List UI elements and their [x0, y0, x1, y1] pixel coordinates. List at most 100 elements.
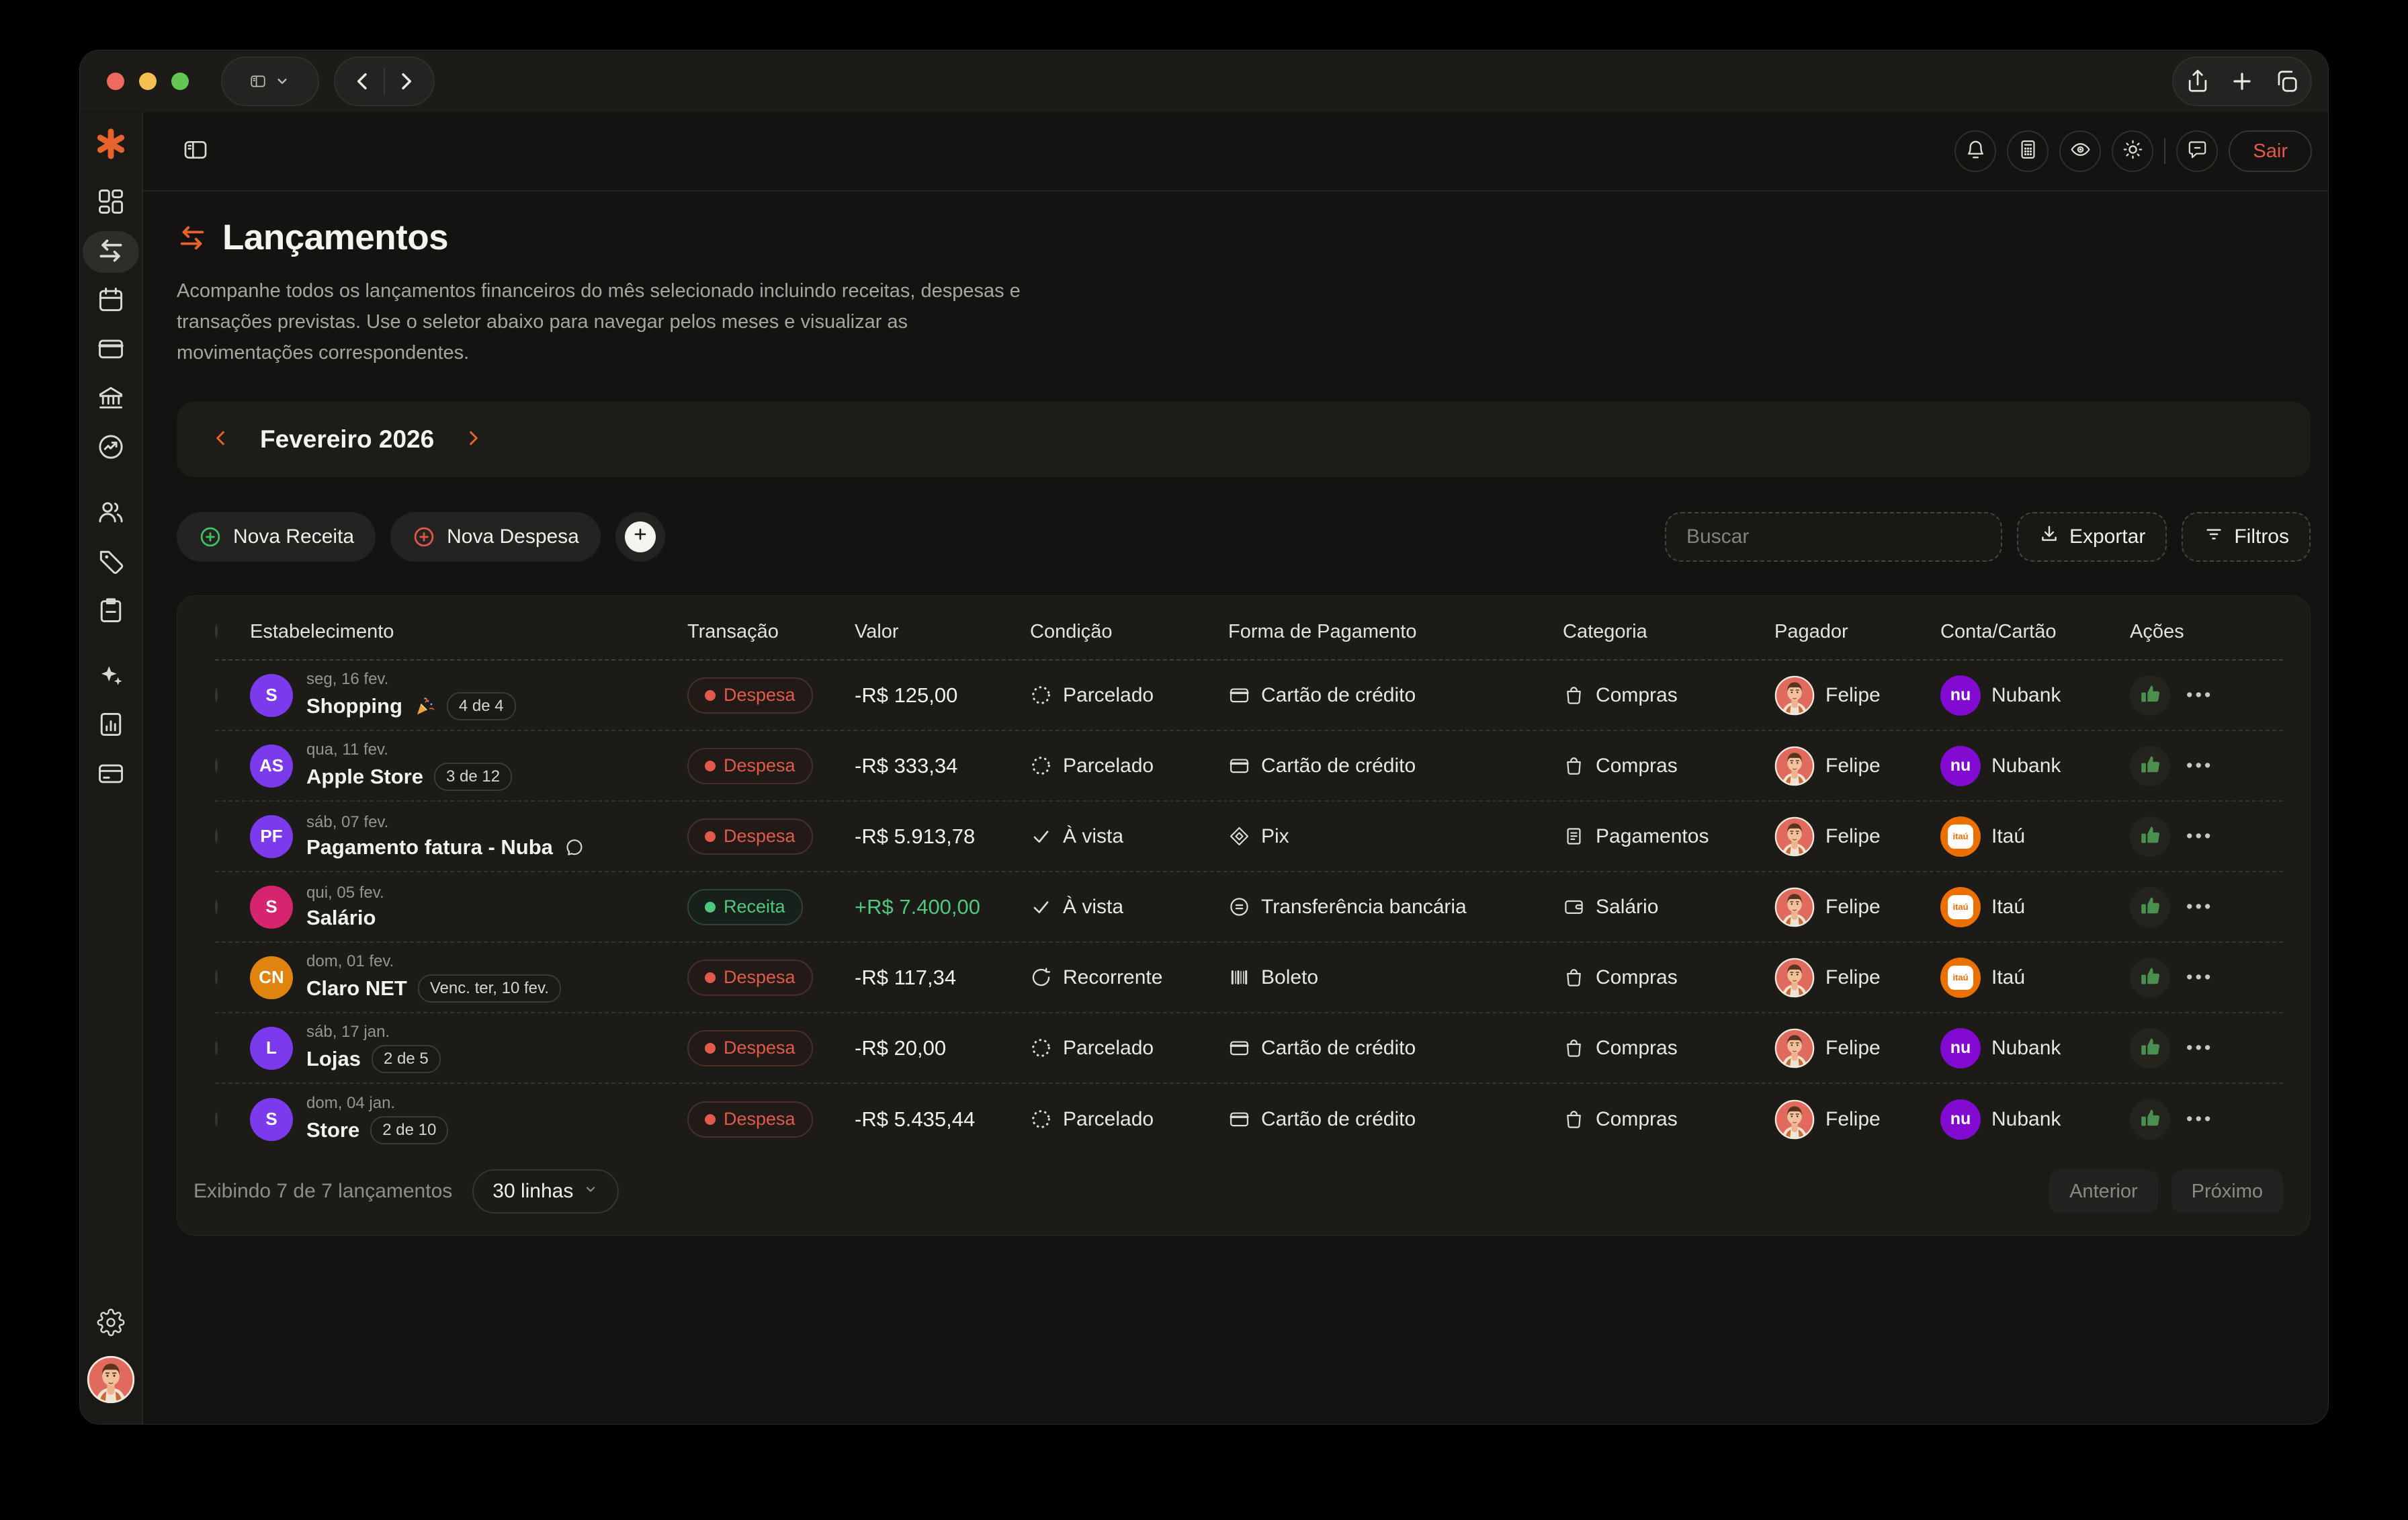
- comment-icon[interactable]: [564, 837, 585, 858]
- status-dot: [705, 901, 716, 913]
- condition-icon: [1030, 684, 1052, 706]
- payment-method-label: Cartão de crédito: [1261, 1107, 1416, 1130]
- sidebar-item-credit-card[interactable]: [83, 329, 139, 371]
- merchant-info: sáb, 17 jan. Lojas 2 de 5: [306, 1023, 441, 1073]
- page-size-label: 30 linhas: [492, 1180, 574, 1202]
- row-menu-button[interactable]: •••: [2186, 967, 2213, 988]
- next-page-button[interactable]: Próximo: [2171, 1170, 2283, 1213]
- table-row[interactable]: AS qua, 11 fev. Apple Store 3 de 12 Desp…: [215, 731, 2283, 802]
- collapse-sidebar-button[interactable]: [182, 136, 209, 167]
- row-menu-button[interactable]: •••: [2186, 755, 2213, 776]
- sidebar-item-calendar[interactable]: [83, 280, 139, 322]
- row-menu-button[interactable]: •••: [2186, 685, 2213, 706]
- condition-label: Recorrente: [1063, 966, 1163, 988]
- row-menu-button[interactable]: •••: [2186, 896, 2213, 917]
- row-menu-button[interactable]: •••: [2186, 1038, 2213, 1058]
- chevron-left-icon: [210, 427, 232, 452]
- sidebar-item-goals[interactable]: [83, 427, 139, 469]
- previous-page-button[interactable]: Anterior: [2049, 1170, 2158, 1213]
- sidebar-item-dashboard[interactable]: [83, 182, 139, 224]
- bell-icon: [1965, 138, 1987, 164]
- row-checkbox[interactable]: [215, 970, 218, 984]
- plus-circle-icon: [412, 525, 436, 549]
- back-button[interactable]: [350, 69, 376, 94]
- chat-button[interactable]: [2176, 130, 2219, 172]
- results-summary: Exibindo 7 de 7 lançamentos: [194, 1180, 453, 1202]
- sidebar-item-clipboard[interactable]: [83, 591, 139, 632]
- sun-button[interactable]: [2112, 130, 2154, 172]
- bell-button[interactable]: [1954, 130, 1997, 172]
- table-row[interactable]: PF sáb, 07 fev. Pagamento fatura - Nuba …: [215, 802, 2283, 872]
- approve-button[interactable]: [2130, 957, 2170, 998]
- eye-button[interactable]: [2059, 130, 2102, 172]
- installment-badge: Venc. ter, 10 fev.: [417, 974, 561, 1003]
- zoom-window-button[interactable]: [171, 73, 189, 90]
- titlebar-sidebar-toggle[interactable]: [221, 56, 319, 106]
- bank-logo: nu: [1940, 745, 1981, 786]
- minimize-window-button[interactable]: [139, 73, 157, 90]
- payer-name: Felipe: [1825, 683, 1881, 706]
- new-expense-button[interactable]: Nova Despesa: [390, 512, 601, 562]
- sidebar-item-settings[interactable]: [83, 1303, 139, 1345]
- page-size-select[interactable]: 30 linhas: [472, 1169, 619, 1214]
- approve-button[interactable]: [2130, 886, 2170, 927]
- category-icon: [1563, 825, 1585, 847]
- approve-button[interactable]: [2130, 1027, 2170, 1068]
- row-checkbox[interactable]: [215, 758, 218, 773]
- transaction-value: -R$ 5.913,78: [855, 824, 976, 848]
- sidebar-item-transactions[interactable]: [83, 231, 139, 273]
- new-tab-icon[interactable]: [2229, 69, 2255, 94]
- sidebar-item-report[interactable]: [83, 705, 139, 747]
- thumbs-up-icon: [2139, 824, 2161, 849]
- sidebar-item-bank[interactable]: [83, 378, 139, 420]
- row-menu-button[interactable]: •••: [2186, 826, 2213, 847]
- row-checkbox[interactable]: [215, 899, 218, 914]
- app-logo[interactable]: [95, 128, 126, 159]
- logout-button[interactable]: Sair: [2229, 130, 2312, 172]
- calculator-button[interactable]: [2007, 130, 2049, 172]
- status-dot: [705, 1113, 716, 1125]
- new-income-button[interactable]: Nova Receita: [177, 512, 376, 562]
- approve-button[interactable]: [2130, 745, 2170, 786]
- transaction-date: dom, 01 fev.: [306, 952, 394, 970]
- previous-month-button[interactable]: [210, 427, 232, 452]
- approve-button[interactable]: [2130, 1099, 2170, 1140]
- table-row[interactable]: S dom, 04 jan. Store 2 de 10 Despesa -R$…: [215, 1084, 2283, 1154]
- goals-icon: [96, 432, 126, 465]
- row-menu-button[interactable]: •••: [2186, 1109, 2213, 1130]
- new-income-label: Nova Receita: [233, 525, 355, 548]
- table-row[interactable]: S qui, 05 fev. Salário Receita +R$ 7.400…: [215, 872, 2283, 943]
- table-row[interactable]: L sáb, 17 jan. Lojas 2 de 5 Despesa -R$ …: [215, 1013, 2283, 1084]
- transaction-value: -R$ 117,34: [855, 965, 957, 989]
- table-row[interactable]: CN dom, 01 fev. Claro NET Venc. ter, 10 …: [215, 943, 2283, 1013]
- forward-button[interactable]: [393, 69, 419, 94]
- download-icon: [2038, 523, 2060, 550]
- nubank-logo: nu: [1950, 1038, 1971, 1057]
- account-name: Itaú: [1991, 966, 2026, 988]
- row-checkbox[interactable]: [215, 829, 218, 843]
- month-label: Fevereiro 2026: [260, 425, 435, 453]
- export-button[interactable]: Exportar: [2016, 512, 2167, 562]
- tabs-icon[interactable]: [2274, 69, 2299, 94]
- filters-button[interactable]: Filtros: [2182, 512, 2311, 562]
- search-input[interactable]: [1686, 525, 1981, 548]
- transaction-type-badge: Despesa: [687, 818, 813, 855]
- share-icon[interactable]: [2185, 69, 2210, 94]
- approve-button[interactable]: [2130, 816, 2170, 857]
- row-checkbox[interactable]: [215, 687, 218, 702]
- sidebar-item-tag[interactable]: [83, 542, 139, 583]
- next-month-button[interactable]: [462, 427, 484, 452]
- select-all-checkbox[interactable]: [215, 624, 218, 638]
- user-avatar[interactable]: [87, 1355, 135, 1404]
- users-icon: [96, 497, 126, 530]
- sidebar-item-users[interactable]: [83, 493, 139, 534]
- row-checkbox[interactable]: [215, 1040, 218, 1055]
- sidebar-item-accounts[interactable]: [83, 754, 139, 796]
- payment-method-icon: [1228, 755, 1250, 777]
- sidebar-item-sparkles[interactable]: [83, 656, 139, 698]
- quick-add-button[interactable]: [615, 512, 665, 562]
- approve-button[interactable]: [2130, 675, 2170, 716]
- close-window-button[interactable]: [107, 73, 124, 90]
- row-checkbox[interactable]: [215, 1111, 218, 1126]
- table-row[interactable]: S seg, 16 fev. Shopping 4 de 4 Despesa -…: [215, 661, 2283, 731]
